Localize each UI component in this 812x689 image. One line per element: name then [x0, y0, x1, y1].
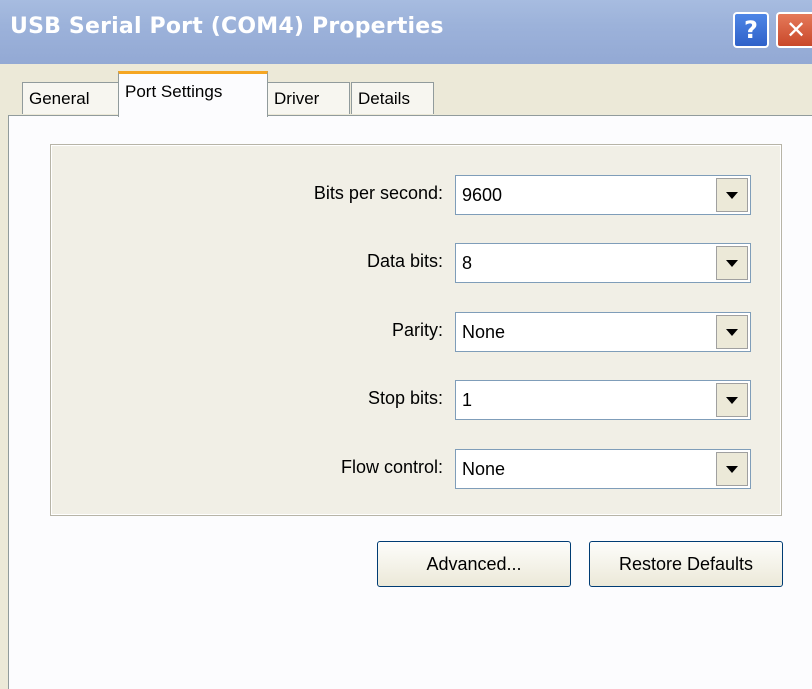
tab-port-settings[interactable]: Port Settings [118, 71, 268, 117]
tab-driver[interactable]: Driver [267, 82, 350, 114]
close-button[interactable]: ✕ [776, 12, 812, 48]
chevron-down-icon[interactable] [716, 452, 748, 486]
properties-dialog: USB Serial Port (COM4) Properties ? ✕ Ge… [0, 0, 812, 689]
chevron-down-icon[interactable] [716, 246, 748, 280]
bits-per-second-select[interactable]: 9600 [455, 175, 751, 215]
tab-label: Details [358, 89, 410, 108]
stop-bits-value: 1 [462, 390, 473, 410]
advanced-button[interactable]: Advanced... [377, 541, 571, 587]
bits-per-second-value: 9600 [462, 185, 503, 205]
title-bar[interactable]: USB Serial Port (COM4) Properties ? ✕ [0, 0, 812, 64]
help-icon: ? [744, 16, 758, 44]
data-bits-select[interactable]: 8 [455, 243, 751, 283]
restore-defaults-button-label: Restore Defaults [618, 553, 754, 574]
tab-label: Port Settings [125, 82, 223, 101]
parity-value: None [462, 322, 506, 342]
stop-bits-label: Stop bits: [367, 388, 443, 408]
tab-label: Driver [274, 89, 320, 108]
advanced-button-label: Advanced... [426, 553, 522, 574]
restore-defaults-button[interactable]: Restore Defaults [589, 541, 783, 587]
stop-bits-select[interactable]: 1 [455, 380, 751, 420]
data-bits-value: 8 [462, 253, 473, 273]
chevron-down-icon[interactable] [716, 178, 748, 212]
flow-control-value: None [462, 459, 506, 479]
parity-label: Parity: [391, 320, 443, 340]
chevron-down-icon[interactable] [716, 383, 748, 417]
help-button[interactable]: ? [733, 12, 769, 48]
tab-general[interactable]: General [22, 82, 119, 114]
tab-label: General [29, 89, 90, 108]
flow-control-label: Flow control: [340, 457, 443, 477]
close-icon: ✕ [785, 16, 807, 44]
data-bits-label: Data bits: [366, 251, 443, 271]
tab-details[interactable]: Details [351, 82, 434, 114]
window-title: USB Serial Port (COM4) Properties [10, 14, 444, 39]
parity-select[interactable]: None [455, 312, 751, 352]
bits-per-second-label: Bits per second: [313, 183, 443, 203]
flow-control-select[interactable]: None [455, 449, 751, 489]
chevron-down-icon[interactable] [716, 315, 748, 349]
